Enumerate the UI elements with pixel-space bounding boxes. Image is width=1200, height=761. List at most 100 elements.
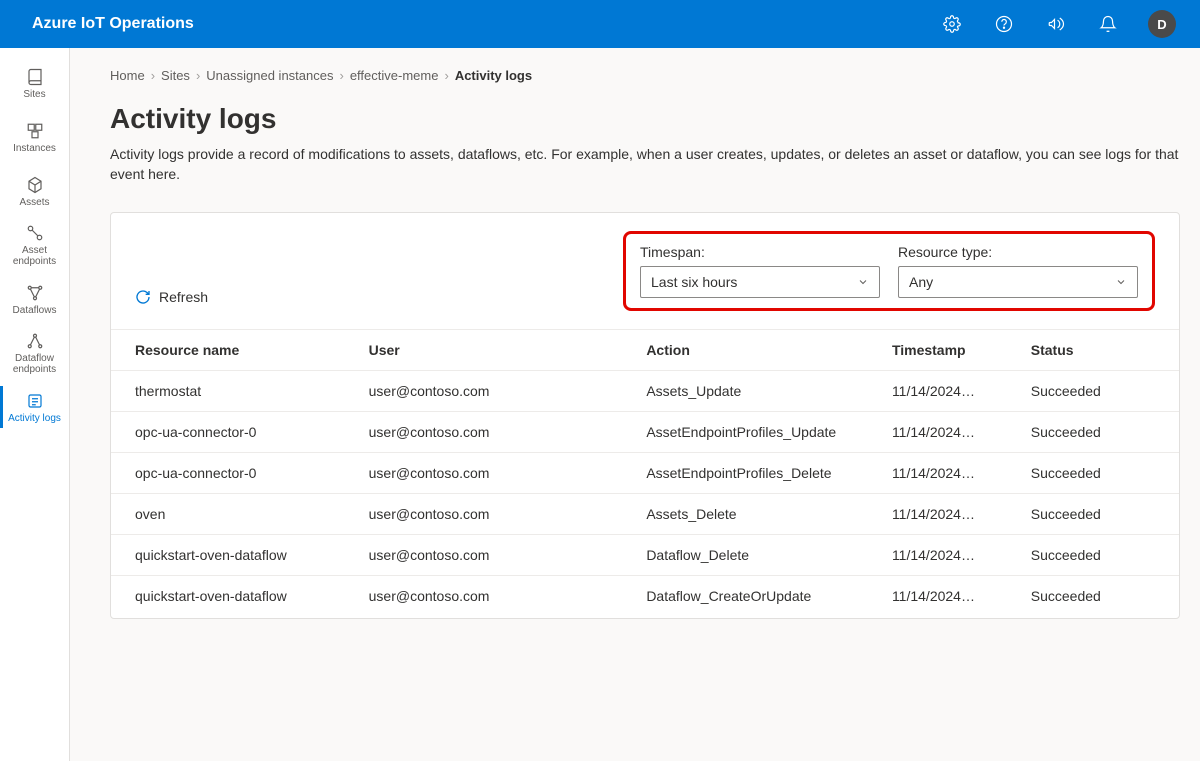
sidebar-item-assets[interactable]: Assets [0,164,69,218]
cell-user: user@contoso.com [357,412,635,453]
col-status[interactable]: Status [1019,330,1179,371]
table-row[interactable]: ovenuser@contoso.comAssets_Delete11/14/2… [111,494,1179,535]
help-button[interactable] [984,4,1024,44]
cell-user: user@contoso.com [357,453,635,494]
timespan-value: Last six hours [651,274,737,290]
chevron-right-icon: › [339,68,343,83]
main-content: Home › Sites › Unassigned instances › ef… [70,48,1200,761]
cell-action: Assets_Delete [634,494,880,535]
sidebar-item-label: Dataflow endpoints [0,353,69,375]
assets-icon [25,175,45,195]
cell-timestamp: 11/14/2024… [880,412,1019,453]
col-user[interactable]: User [357,330,635,371]
sidebar-item-label: Asset endpoints [0,245,69,267]
activity-card: Refresh Timespan: Last six hours Resourc… [110,212,1180,619]
table-row[interactable]: quickstart-oven-dataflowuser@contoso.com… [111,576,1179,617]
resource-type-select[interactable]: Any [898,266,1138,298]
chevron-down-icon [1115,276,1127,288]
cell-user: user@contoso.com [357,535,635,576]
cell-status: Succeeded [1019,453,1179,494]
sidebar-item-label: Dataflows [11,305,59,316]
cell-resource: opc-ua-connector-0 [111,412,357,453]
breadcrumb: Home › Sites › Unassigned instances › ef… [110,68,1200,83]
table-row[interactable]: opc-ua-connector-0user@contoso.comAssetE… [111,453,1179,494]
cell-resource: oven [111,494,357,535]
sidebar-item-instances[interactable]: Instances [0,110,69,164]
dataflows-icon [25,283,45,303]
instances-icon [25,121,45,141]
cell-status: Succeeded [1019,576,1179,617]
activity-logs-icon [25,391,45,411]
filters-highlight: Timespan: Last six hours Resource type: … [623,231,1155,311]
sites-icon [25,67,45,87]
resource-type-value: Any [909,274,933,290]
col-resource-name[interactable]: Resource name [111,330,357,371]
chevron-right-icon: › [151,68,155,83]
timespan-select[interactable]: Last six hours [640,266,880,298]
activity-table: Resource name User Action Timestamp Stat… [111,329,1179,616]
cell-timestamp: 11/14/2024… [880,535,1019,576]
sidebar-item-activity-logs[interactable]: Activity logs [0,380,69,434]
cell-timestamp: 11/14/2024… [880,576,1019,617]
cell-status: Succeeded [1019,371,1179,412]
table-row[interactable]: opc-ua-connector-0user@contoso.comAssetE… [111,412,1179,453]
sidebar-item-label: Activity logs [6,413,63,424]
resource-type-label: Resource type: [898,244,1138,260]
cell-action: Assets_Update [634,371,880,412]
topbar-actions: D [932,4,1176,44]
cell-action: Dataflow_Delete [634,535,880,576]
help-icon [995,15,1013,33]
sidebar-item-dataflows[interactable]: Dataflows [0,272,69,326]
avatar[interactable]: D [1148,10,1176,38]
timespan-filter: Timespan: Last six hours [640,244,880,298]
cell-user: user@contoso.com [357,576,635,617]
cell-status: Succeeded [1019,494,1179,535]
table-header-row: Resource name User Action Timestamp Stat… [111,330,1179,371]
table-row[interactable]: quickstart-oven-dataflowuser@contoso.com… [111,535,1179,576]
cell-resource: quickstart-oven-dataflow [111,535,357,576]
megaphone-icon [1047,15,1065,33]
cell-timestamp: 11/14/2024… [880,494,1019,535]
sidebar-item-dataflow-endpoints[interactable]: Dataflow endpoints [0,326,69,380]
notifications-button[interactable] [1088,4,1128,44]
timespan-label: Timespan: [640,244,880,260]
breadcrumb-item[interactable]: Home [110,68,145,83]
topbar: Azure IoT Operations D [0,0,1200,48]
breadcrumb-current: Activity logs [455,68,532,83]
gear-icon [943,15,961,33]
sidebar: Sites Instances Assets Asset endpoints D… [0,48,70,761]
chevron-down-icon [857,276,869,288]
product-name: Azure IoT Operations [32,15,194,33]
sidebar-item-asset-endpoints[interactable]: Asset endpoints [0,218,69,272]
chevron-right-icon: › [196,68,200,83]
cell-timestamp: 11/14/2024… [880,453,1019,494]
resource-type-filter: Resource type: Any [898,244,1138,298]
breadcrumb-item[interactable]: Unassigned instances [206,68,333,83]
asset-endpoints-icon [25,223,45,243]
refresh-button[interactable]: Refresh [135,289,208,311]
sidebar-item-label: Assets [17,197,51,208]
chevron-right-icon: › [444,68,448,83]
cell-action: Dataflow_CreateOrUpdate [634,576,880,617]
cell-user: user@contoso.com [357,494,635,535]
table-row[interactable]: thermostatuser@contoso.comAssets_Update1… [111,371,1179,412]
cell-timestamp: 11/14/2024… [880,371,1019,412]
announcements-button[interactable] [1036,4,1076,44]
sidebar-item-sites[interactable]: Sites [0,56,69,110]
cell-status: Succeeded [1019,535,1179,576]
sidebar-item-label: Sites [21,89,47,100]
settings-button[interactable] [932,4,972,44]
bell-icon [1099,15,1117,33]
col-action[interactable]: Action [634,330,880,371]
cell-user: user@contoso.com [357,371,635,412]
breadcrumb-item[interactable]: effective-meme [350,68,439,83]
cell-action: AssetEndpointProfiles_Delete [634,453,880,494]
breadcrumb-item[interactable]: Sites [161,68,190,83]
dataflow-endpoints-icon [25,331,45,351]
avatar-initial: D [1157,17,1166,32]
cell-resource: opc-ua-connector-0 [111,453,357,494]
cell-status: Succeeded [1019,412,1179,453]
col-timestamp[interactable]: Timestamp [880,330,1019,371]
refresh-label: Refresh [159,289,208,305]
page-title: Activity logs [110,103,1200,135]
